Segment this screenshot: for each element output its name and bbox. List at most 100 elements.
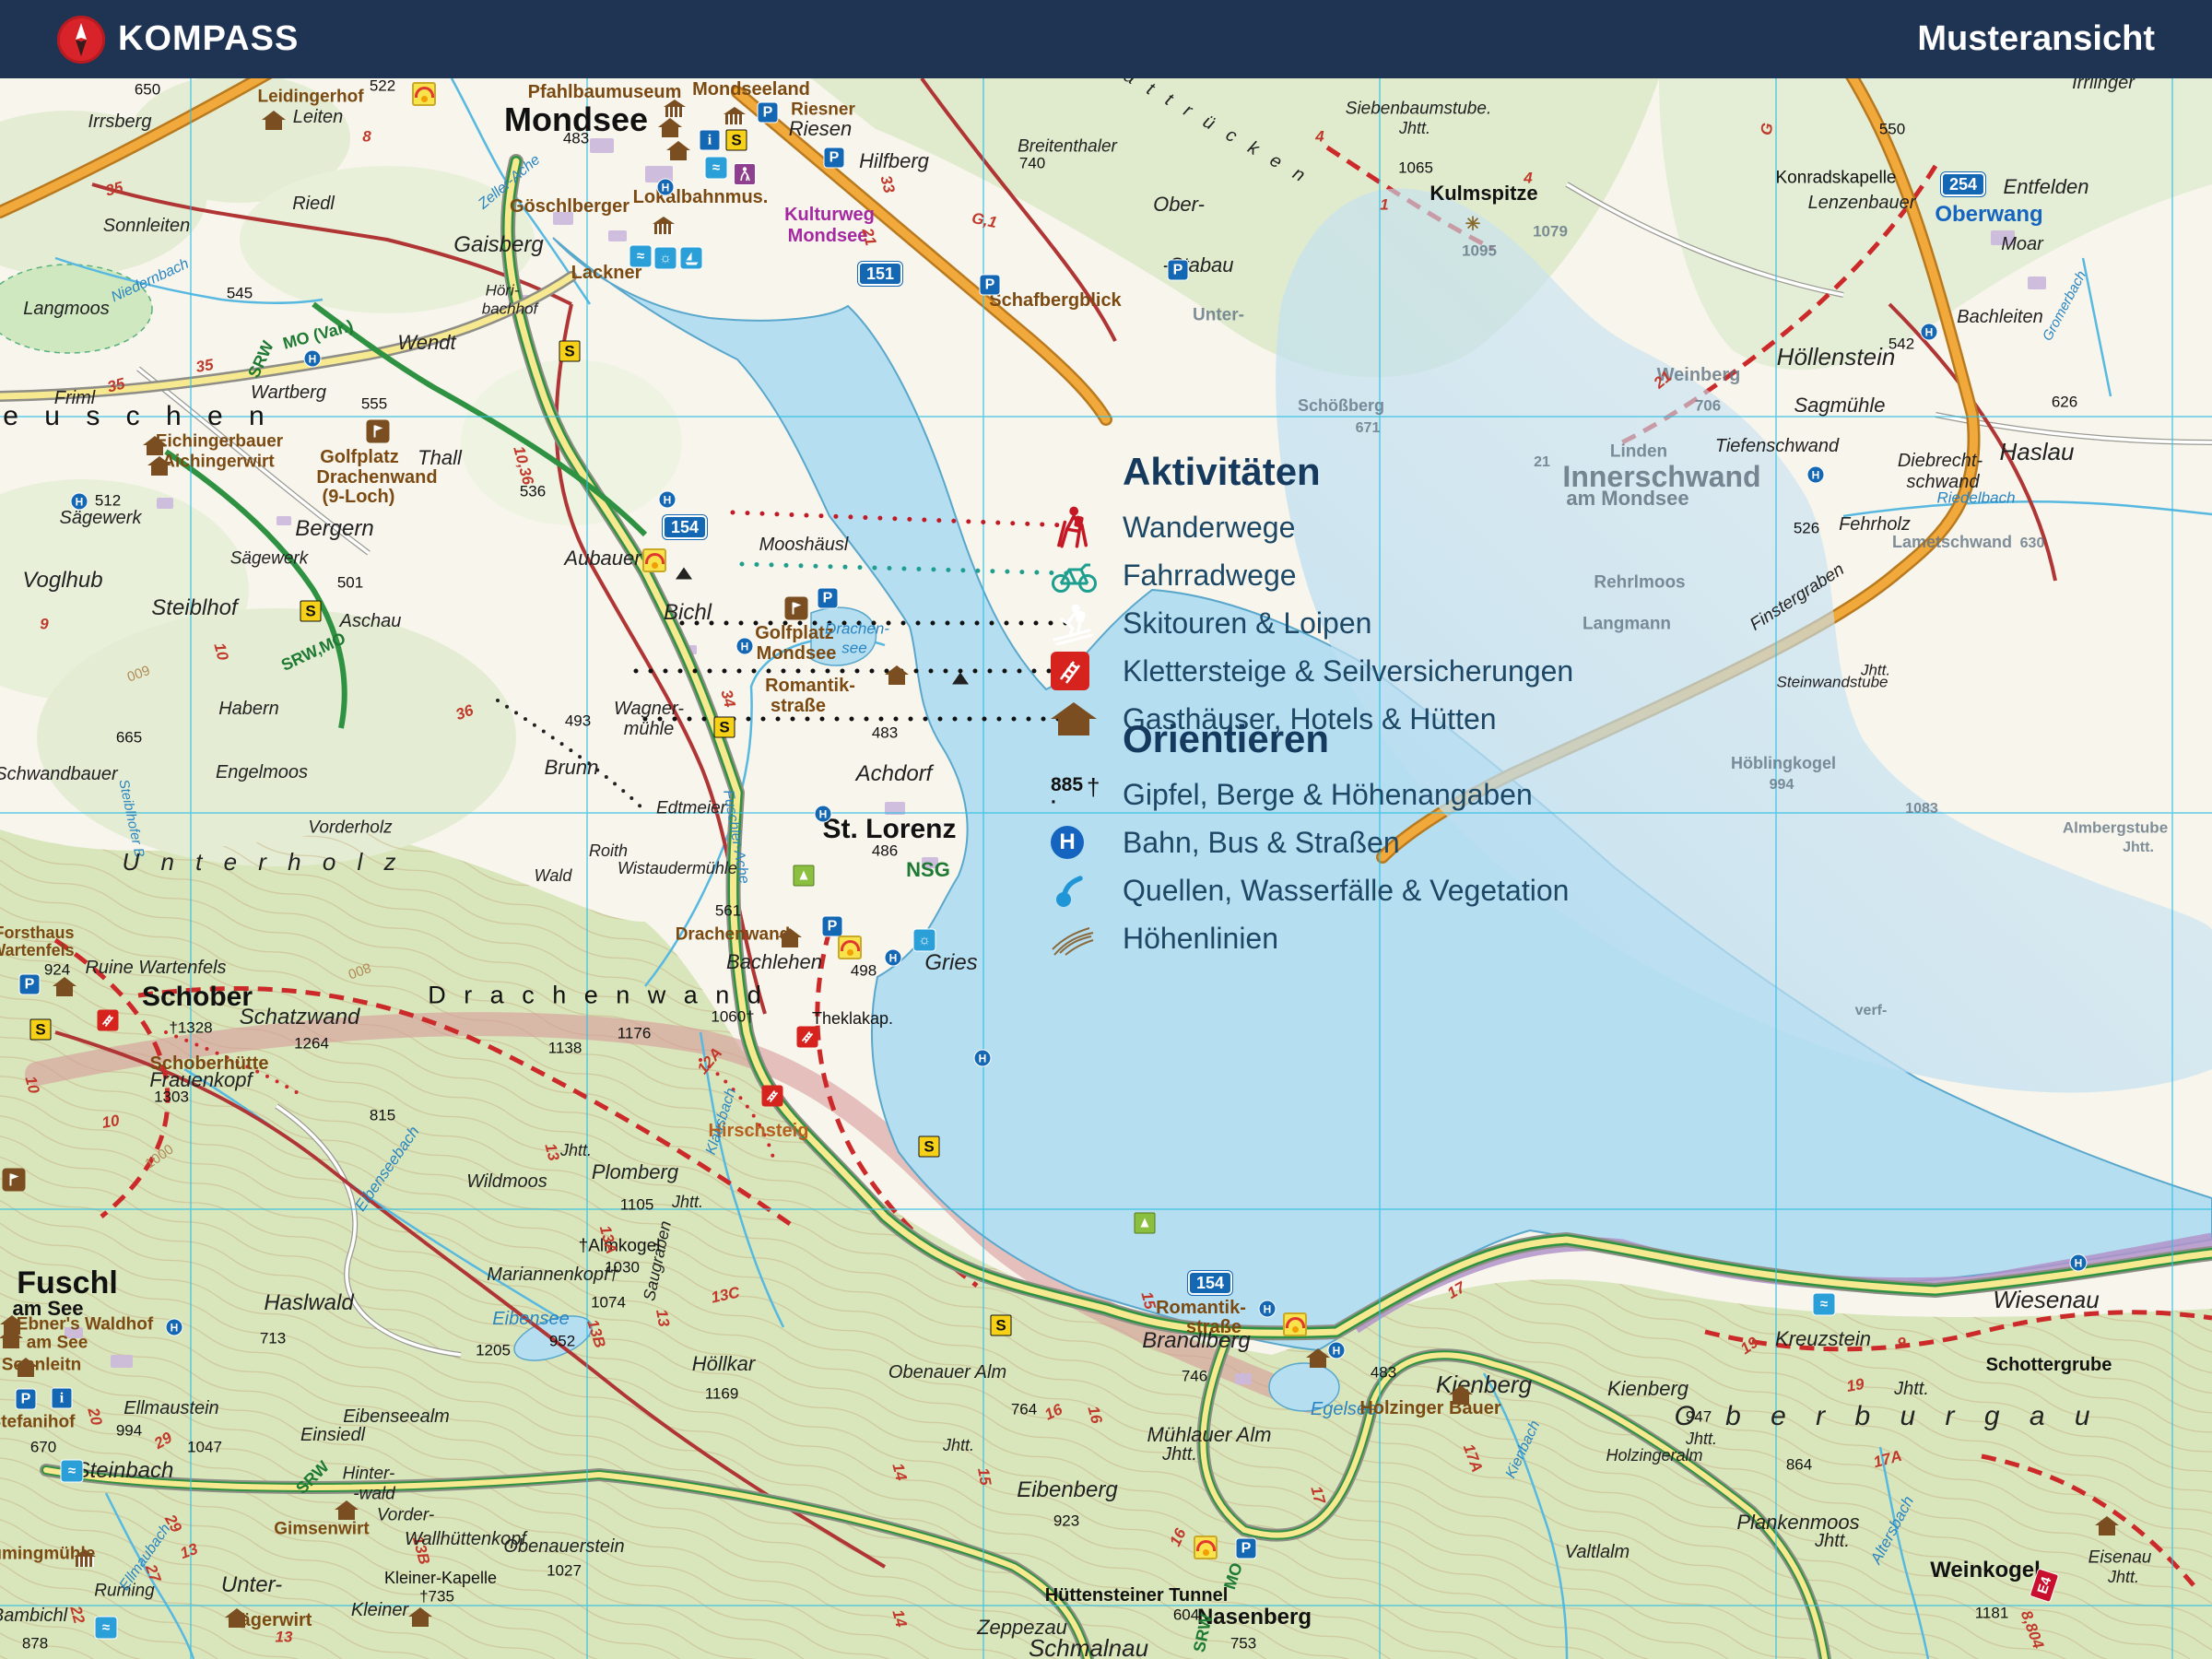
map-label: †735 [419, 1587, 454, 1606]
map-label: a t t r ü c k e n [1120, 65, 1313, 189]
swimming-icon: ≈ [704, 156, 728, 180]
map-label: MO (Var.) [280, 316, 356, 353]
map-label: Drachen- [825, 619, 889, 638]
map-label: Obenauer Alm [888, 1362, 1007, 1382]
map-label: 815 [369, 1106, 396, 1124]
map-label: Breitenthaler [1018, 136, 1117, 157]
map-label: 9 [1897, 1334, 1906, 1352]
map-label: Drachenwand [316, 467, 438, 488]
map-label: Schwandbauer [0, 764, 118, 784]
map-label: 550 [1878, 120, 1906, 138]
map-label: Kleiner-Kapelle [383, 1569, 498, 1587]
guesthouse-icon [147, 455, 171, 476]
map-label: Jhtt. [1894, 1379, 1929, 1399]
map-label: Pfahlbaumuseum [527, 82, 682, 102]
guesthouse-icon [143, 435, 167, 455]
map-label: bachhof [481, 300, 538, 318]
map-label: 1138 [547, 1039, 582, 1057]
map-label: 952 [548, 1332, 576, 1350]
map-label: Haslwald [264, 1290, 354, 1315]
map-label: Gimsenwirt [274, 1519, 370, 1539]
map-label: 20 [84, 1406, 106, 1428]
bus-stop-icon: H [303, 349, 322, 368]
map-label: Roith [588, 841, 629, 860]
map-label: 13 [177, 1539, 201, 1563]
map-label: Wistaudermühle [618, 859, 737, 877]
map-label: verf- [1854, 1003, 1888, 1018]
map-label: Rehrlmoos [1594, 572, 1686, 593]
map-label: mühle [623, 719, 675, 739]
map-label: 501 [336, 573, 364, 592]
map-label: SRW,MO [277, 629, 349, 675]
map-label: 1027 [547, 1561, 582, 1580]
quelle-icon [1051, 870, 1123, 911]
map-label: 483 [871, 724, 899, 742]
guesthouse-icon [53, 976, 76, 996]
map-label: Jhtt. [1815, 1531, 1850, 1551]
bahn-icon: H [1051, 826, 1123, 859]
map-label: 29 [151, 1429, 175, 1453]
map-label: Gaisberg [453, 232, 544, 257]
map-label: 671 [1355, 420, 1381, 436]
map-label: Langmann [1582, 614, 1672, 634]
map-label: 630 [2019, 535, 2045, 551]
swimming-icon: ≈ [60, 1459, 84, 1483]
map-label: 555 [360, 394, 388, 413]
map-label: Langmoos [23, 299, 110, 319]
map-label: 16 [1166, 1525, 1190, 1549]
map-label: Linden [1609, 441, 1668, 462]
guesthouse-icon [335, 1500, 359, 1520]
parking-icon: P [817, 587, 839, 609]
map-label: 1074 [591, 1293, 626, 1312]
map-label: see [841, 639, 867, 657]
summit-icon: ✳ [1465, 214, 1481, 235]
map-label: Bachleiten [1957, 307, 2043, 327]
bus-stop-icon: H [973, 1049, 992, 1067]
parking-icon: P [821, 915, 843, 937]
map-label: Diebrecht- [1897, 451, 1983, 471]
map-label: Kulturweg [784, 205, 875, 225]
trailhead-icon [734, 163, 756, 185]
map-label: Habern [218, 699, 279, 719]
map-label: 36 [453, 700, 477, 724]
bus-stop-icon: H [658, 490, 677, 509]
map-label: Saugraben [640, 1218, 675, 1303]
map-label: 542 [1888, 335, 1915, 353]
map-label: Mooshäusl [759, 535, 849, 555]
parking-icon: P [823, 147, 845, 169]
map-label: Jhtt. [1162, 1444, 1197, 1465]
map-label: Holzingeralm [1606, 1446, 1703, 1465]
guesthouse-icon [225, 1607, 249, 1628]
golf-course-icon [2, 1168, 26, 1192]
map-label: Ebner's Waldhof [16, 1314, 154, 1335]
map-label: 1065 [1398, 159, 1433, 177]
map-label: Ellmaustein [124, 1398, 219, 1418]
map-label: Ober- [1153, 193, 1205, 216]
map-label: Riesner [791, 100, 855, 120]
map-label: am Mondsee [1566, 487, 1689, 510]
sailing-icon [679, 246, 703, 270]
map-label: Jhtt. [671, 1193, 704, 1211]
map-label: 1176 [617, 1024, 652, 1042]
map-label: Leidingerhof [257, 87, 364, 107]
bus-stop-icon: H [656, 178, 675, 196]
map-label: Bachlehen [726, 950, 822, 973]
map-label: 13 [541, 1141, 563, 1163]
map-label: St. Lorenz [822, 814, 957, 844]
map-label: Thall [418, 446, 462, 469]
map-label: Golfplatz [755, 623, 834, 643]
legend-activity-item: Wanderwege [1051, 503, 1573, 551]
map-label: Jhtt. [942, 1436, 975, 1454]
campsite-icon [1134, 1212, 1156, 1234]
map-label: Eibenberg [1017, 1477, 1118, 1502]
map-label: Mühlauer Alm [1147, 1423, 1272, 1446]
map-label: Bichl [663, 600, 712, 625]
map-label: 16 [1084, 1404, 1106, 1426]
map-label: 1047 [187, 1438, 222, 1456]
kompass-logo-icon [57, 15, 105, 64]
header-bar: KOMPASS Musteransicht [0, 0, 2212, 78]
map-label: 483 [562, 129, 590, 147]
map-label: 14 [888, 1607, 911, 1630]
map-label: 35 [105, 374, 127, 396]
map-label: Golfplatz [320, 447, 399, 467]
